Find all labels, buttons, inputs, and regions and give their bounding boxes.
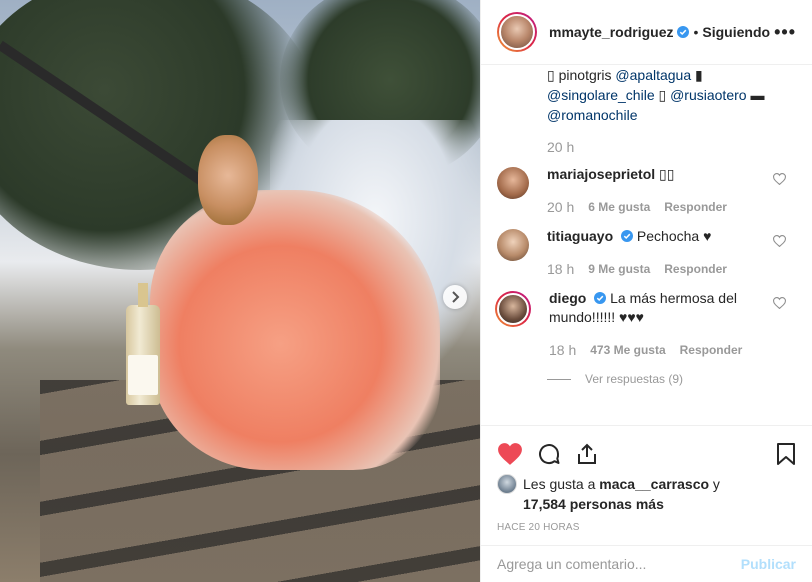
more-options-button[interactable]: ••• — [774, 23, 796, 41]
share-icon — [578, 443, 596, 464]
caption-line-2: @singolare_chile ▯ @rusiaotero ▬ — [547, 85, 796, 105]
commenter-avatar[interactable] — [497, 229, 529, 261]
comment-time[interactable]: 18 h — [549, 341, 576, 360]
verified-badge-icon — [594, 292, 607, 304]
bookmark-icon — [777, 443, 795, 465]
commenter-username[interactable]: diego — [549, 290, 586, 306]
likes-prefix: Les gusta a — [523, 476, 600, 492]
post-header: mmayte_rodriguez • Siguiendo ••• — [481, 0, 812, 65]
comment-meta: 18 h 473 Me gusta Responder — [549, 341, 774, 360]
next-photo-button[interactable] — [443, 285, 467, 309]
caption-text-segment: ▬ — [746, 87, 765, 103]
caption-text-segment: ▯ — [654, 87, 671, 103]
photo-dress — [150, 190, 440, 470]
mention-link[interactable]: @singolare_chile — [547, 87, 655, 103]
mention-link[interactable]: @romanochile — [547, 107, 637, 123]
heart-outline-icon[interactable] — [773, 297, 786, 309]
comment-item: titiaguayo Pechocha ♥ 18 h 9 Me gusta Re… — [497, 227, 796, 279]
comment-item: diego La más hermosa del mundo!!!!!! ♥♥♥… — [495, 289, 796, 360]
view-replies-button[interactable]: Ver respuestas (9) — [547, 372, 796, 386]
comment-time[interactable]: 20 h — [547, 198, 574, 217]
reply-button[interactable]: Responder — [664, 198, 727, 217]
caption-line-1: ▯ pinotgris @apaltagua ▮ — [547, 65, 796, 85]
comment-button[interactable] — [537, 442, 561, 466]
verified-badge-icon — [677, 26, 690, 38]
heart-outline-icon[interactable] — [773, 235, 786, 247]
author-avatar-image — [499, 14, 535, 50]
following-button[interactable]: Siguiendo — [702, 24, 770, 40]
comment-likes[interactable]: 473 Me gusta — [590, 341, 665, 360]
commenter-username[interactable]: mariajoseprietol — [547, 166, 655, 182]
commenter-avatar-image — [497, 293, 529, 325]
likes-count-link[interactable]: 17,584 personas más — [523, 496, 664, 512]
post-timestamp[interactable]: HACE 20 HORAS — [497, 522, 796, 533]
photo-person — [198, 135, 258, 225]
commenter-username[interactable]: titiaguayo — [547, 228, 613, 244]
comment-time[interactable]: 18 h — [547, 260, 574, 279]
commenter-avatar[interactable] — [495, 291, 531, 327]
publish-button[interactable]: Publicar — [741, 556, 796, 572]
header-separator: • — [693, 24, 699, 40]
comment-bubble-icon — [539, 444, 560, 465]
comments-list[interactable]: ▯ pinotgris @apaltagua ▮ @singolare_chil… — [481, 65, 812, 425]
comment-likes[interactable]: 6 Me gusta — [588, 198, 650, 217]
post-photo[interactable] — [0, 0, 480, 582]
chevron-right-icon — [452, 291, 460, 303]
photo-bottle-label — [128, 355, 158, 395]
mention-link[interactable]: @apaltagua — [615, 67, 691, 83]
replies-divider-line — [547, 378, 571, 380]
mention-link[interactable]: @rusiaotero — [670, 87, 746, 103]
reply-button[interactable]: Responder — [664, 260, 727, 279]
heart-filled-icon — [498, 443, 522, 465]
caption-time[interactable]: 20 h — [497, 139, 796, 155]
likes-middle: y — [709, 476, 720, 492]
post-actions: Les gusta a maca__carrasco y 17,584 pers… — [481, 425, 812, 533]
comment-meta: 20 h 6 Me gusta Responder — [547, 198, 772, 217]
commenter-avatar[interactable] — [497, 167, 529, 199]
comment-body: diego La más hermosa del mundo!!!!!! ♥♥♥… — [549, 289, 774, 360]
share-button[interactable] — [575, 442, 599, 466]
liker-avatar[interactable] — [497, 474, 517, 494]
author-avatar[interactable] — [497, 12, 537, 52]
comment-body: titiaguayo Pechocha ♥ 18 h 9 Me gusta Re… — [547, 227, 772, 279]
verified-badge-icon — [621, 230, 634, 242]
comment-input[interactable] — [497, 556, 741, 572]
add-comment-bar: Publicar — [481, 545, 812, 582]
comment-meta: 18 h 9 Me gusta Responder — [547, 260, 772, 279]
caption-text-segment: ▯ pinotgris — [547, 67, 616, 83]
caption-text: ▯ pinotgris @apaltagua ▮ @singolare_chil… — [497, 65, 796, 125]
comment-text: Pechocha ♥ — [636, 228, 712, 244]
likes-summary: Les gusta a maca__carrasco y 17,584 pers… — [497, 474, 796, 514]
comment-body: mariajoseprietol ▯▯ 20 h 6 Me gusta Resp… — [547, 165, 772, 217]
comment-text: ▯▯ — [659, 166, 675, 182]
comment-likes[interactable]: 9 Me gusta — [588, 260, 650, 279]
liker-username[interactable]: maca__carrasco — [599, 476, 709, 492]
likes-text: Les gusta a maca__carrasco y 17,584 pers… — [523, 474, 720, 514]
caption-line-3: @romanochile — [547, 105, 796, 125]
caption-text-segment: ▮ — [691, 67, 703, 83]
post-side-panel: mmayte_rodriguez • Siguiendo ••• ▯ pinot… — [480, 0, 812, 582]
reply-button[interactable]: Responder — [680, 341, 743, 360]
heart-outline-icon[interactable] — [773, 173, 786, 185]
save-button[interactable] — [776, 442, 796, 466]
comment-item: mariajoseprietol ▯▯ 20 h 6 Me gusta Resp… — [497, 165, 796, 217]
view-replies-label: Ver respuestas (9) — [585, 372, 684, 386]
author-username[interactable]: mmayte_rodriguez — [549, 24, 673, 40]
like-button[interactable] — [497, 442, 523, 466]
